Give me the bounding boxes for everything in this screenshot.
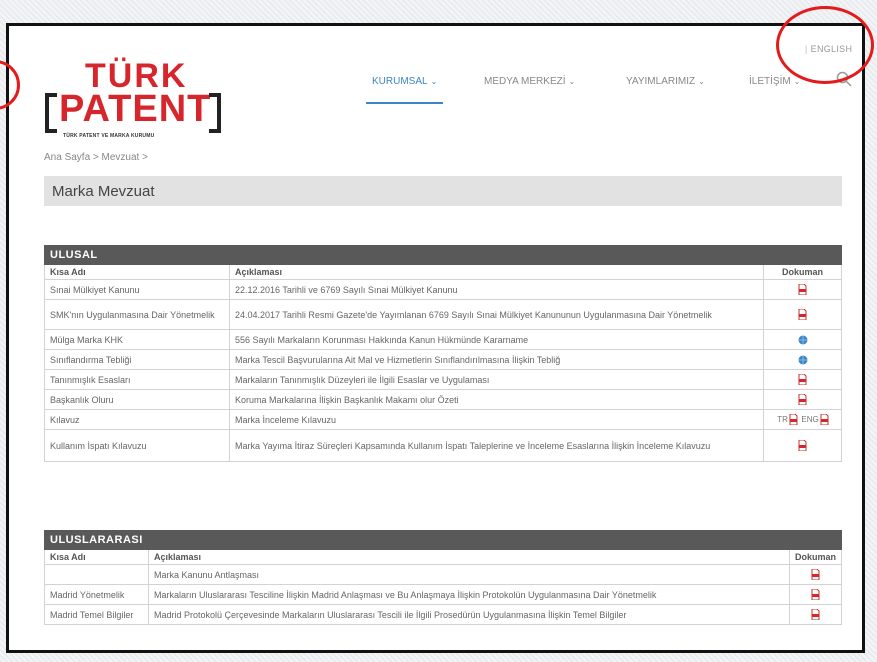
pdf-icon[interactable]: [789, 414, 798, 426]
table-row: Madrid Temel Bilgiler Madrid Protokolü Ç…: [44, 604, 843, 625]
table-row: Kılavuz Marka İnceleme Kılavuzu TR ENG: [44, 409, 842, 430]
row-name: [44, 564, 149, 585]
web-link-icon[interactable]: [798, 335, 808, 345]
logo-bracket-right: [209, 93, 221, 133]
nav-iletisim[interactable]: İLETİŞİM ⌄: [749, 76, 800, 87]
row-name: Kılavuz: [44, 409, 230, 430]
chevron-down-icon: ⌄: [568, 77, 576, 86]
nav-kurumsal[interactable]: KURUMSAL ⌄: [365, 76, 444, 104]
column-header: Dokuman: [763, 264, 842, 280]
turk-patent-logo[interactable]: TÜRK PATENT TÜRK PATENT VE MARKA KURUMU: [39, 55, 229, 141]
pdf-icon[interactable]: [798, 394, 807, 406]
ulusal-table: ULUSAL Kısa Adı Açıklaması Dokuman Sınai…: [44, 245, 842, 462]
row-description: Markaların Uluslararası Tesciline İlişki…: [148, 584, 790, 605]
row-name: Sınıflandırma Tebliği: [44, 349, 230, 370]
annotation-ellipse: [776, 6, 874, 84]
row-description: 24.04.2017 Tarihli Resmi Gazete'de Yayım…: [229, 299, 764, 330]
pdf-icon[interactable]: [798, 374, 807, 386]
table-row: Sınıflandırma Tebliği Marka Tescil Başvu…: [44, 349, 842, 370]
nav-yayimlarimiz[interactable]: YAYIMLARIMIZ ⌄: [626, 76, 705, 87]
pdf-icon[interactable]: [798, 309, 807, 321]
table-row: Tanınmışlık Esasları Markaların Tanınmış…: [44, 369, 842, 390]
table-row: Başkanlık Oluru Koruma Markalarına İlişk…: [44, 389, 842, 410]
chevron-down-icon: ⌄: [698, 77, 705, 86]
row-description: Marka Kanunu Antlaşması: [148, 564, 790, 585]
row-name: Kullanım İspatı Kılavuzu: [44, 429, 230, 462]
row-name: Madrid Temel Bilgiler: [44, 604, 149, 625]
breadcrumb[interactable]: Ana Sayfa > Mevzuat >: [44, 152, 148, 163]
pdf-icon[interactable]: [811, 589, 820, 601]
nav-medya-merkezi[interactable]: MEDYA MERKEZİ ⌄: [484, 76, 575, 87]
table-row: Mülga Marka KHK 556 Sayılı Markaların Ko…: [44, 329, 842, 350]
row-name: Tanınmışlık Esasları: [44, 369, 230, 390]
page-title: Marka Mevzuat: [52, 183, 155, 200]
uluslararasi-table: ULUSLARARASI Kısa Adı Açıklaması Dokuman…: [44, 530, 843, 625]
row-name: Sınai Mülkiyet Kanunu: [44, 279, 230, 300]
row-name: SMK'nın Uygulanmasına Dair Yönetmelik: [44, 299, 230, 330]
column-header: Açıklaması: [229, 264, 764, 280]
browser-frame: | ENGLISH TÜRK PATENT TÜRK PATENT VE MARK…: [6, 23, 865, 653]
row-name: Mülga Marka KHK: [44, 329, 230, 350]
page-title-bar: Marka Mevzuat: [44, 176, 842, 206]
row-description: Marka Yayıma İtiraz Süreçleri Kapsamında…: [229, 429, 764, 462]
column-header: Kısa Adı: [44, 264, 230, 280]
table-row: SMK'nın Uygulanmasına Dair Yönetmelik 24…: [44, 299, 842, 330]
row-description: Koruma Markalarına İlişkin Başkanlık Mak…: [229, 389, 764, 410]
table-row: Kullanım İspatı Kılavuzu Marka Yayıma İt…: [44, 429, 842, 462]
logo-bracket-left: [45, 93, 57, 133]
web-link-icon[interactable]: [798, 355, 808, 365]
row-description: 22.12.2016 Tarihli ve 6769 Sayılı Sınai …: [229, 279, 764, 300]
table-row: Madrid Yönetmelik Markaların Uluslararas…: [44, 584, 843, 605]
column-header: Dokuman: [788, 549, 843, 565]
doc-tr-label: TR: [777, 414, 788, 424]
table-row: Sınai Mülkiyet Kanunu 22.12.2016 Tarihli…: [44, 279, 842, 300]
row-description: Markaların Tanınmışlık Düzeyleri ile İlg…: [229, 369, 764, 390]
chevron-down-icon: ⌄: [430, 77, 438, 86]
column-header: Kısa Adı: [44, 549, 149, 565]
section-title-uluslararasi: ULUSLARARASI: [44, 530, 842, 550]
pdf-icon[interactable]: [811, 569, 820, 581]
row-name: Başkanlık Oluru: [44, 389, 230, 410]
pdf-icon[interactable]: [798, 440, 807, 452]
main-nav: KURUMSAL ⌄ MEDYA MERKEZİ ⌄ YAYIMLARIMIZ ⌄ İ…: [9, 76, 862, 104]
logo-subtitle: TÜRK PATENT VE MARKA KURUMU: [63, 133, 155, 139]
row-name: Madrid Yönetmelik: [44, 584, 149, 605]
section-title-ulusal: ULUSAL: [44, 245, 842, 265]
table-row: Marka Kanunu Antlaşması: [44, 564, 843, 585]
row-description: Marka Tescil Başvurularına Ait Mal ve Hi…: [229, 349, 764, 370]
row-description: Madrid Protokolü Çerçevesinde Markaların…: [148, 604, 790, 625]
column-header: Açıklaması: [148, 549, 790, 565]
row-description: 556 Sayılı Markaların Korunması Hakkında…: [229, 329, 764, 350]
doc-eng-label: ENG: [801, 414, 819, 424]
pdf-icon[interactable]: [811, 609, 820, 621]
pdf-icon[interactable]: [798, 284, 807, 296]
pdf-icon[interactable]: [820, 414, 829, 426]
row-description: Marka İnceleme Kılavuzu: [229, 409, 764, 430]
